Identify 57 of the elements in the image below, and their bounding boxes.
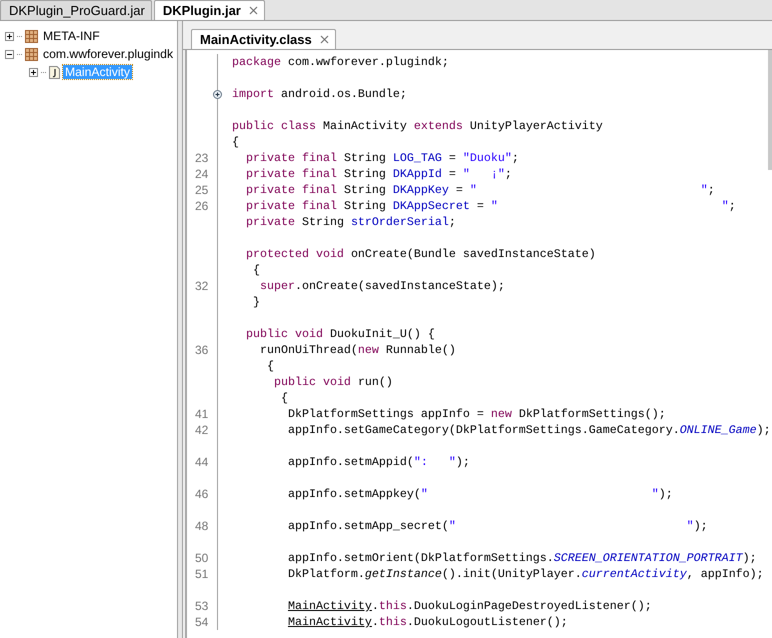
line-number: 32: [194, 279, 210, 293]
code-line: public void DuokuInit_U() {: [245, 327, 435, 341]
code-line: {: [280, 391, 288, 405]
code-line: {: [252, 263, 260, 277]
line-number: 41: [194, 407, 210, 421]
line-number: 25: [194, 183, 210, 197]
scrollbar-thumb[interactable]: [768, 50, 772, 170]
line-number: 42: [194, 423, 210, 437]
close-icon[interactable]: [320, 35, 329, 44]
code-line: appInfo.setmOrient(DkPlatformSettings.SCREEN_ORIENTATION_PORTRAIT);: [286, 551, 757, 565]
code-line: private final String DKAppSecret = " ";: [245, 199, 736, 213]
code-line: import android.os.Bundle;: [231, 87, 407, 101]
line-number: 50: [194, 551, 210, 565]
code-line: DkPlatform.getInstance().init(UnityPlayer.currentActivity, appInfo);: [286, 567, 764, 581]
code-line: appInfo.setGameCategory(DkPlatformSettings.GameCategory.ONLINE_Game);: [286, 423, 771, 437]
line-number: 23: [194, 151, 210, 165]
tree-item[interactable]: META-INF: [41, 29, 102, 43]
line-number: 54: [194, 615, 210, 629]
close-icon[interactable]: [248, 6, 258, 15]
collapse-icon[interactable]: [5, 50, 14, 58]
code-line: private final String DKAppKey = " ";: [245, 183, 715, 197]
code-line: public void run(): [272, 375, 393, 389]
tree-item[interactable]: com.wwforever.plugindk: [41, 47, 176, 61]
file-tab[interactable]: DKPlugin.jar: [154, 0, 265, 20]
code-line: super.onCreate(savedInstanceState);: [258, 279, 505, 293]
line-number: 44: [194, 455, 210, 469]
package-icon: [25, 48, 38, 60]
code-line: private final String LOG_TAG = "Duoku";: [245, 151, 519, 165]
expand-icon[interactable]: [213, 90, 222, 99]
line-number: 24: [194, 167, 210, 181]
code-line: protected void onCreate(Bundle savedInstanceState): [245, 247, 596, 261]
file-icon: [49, 66, 60, 78]
expand-icon[interactable]: [29, 68, 38, 76]
line-number: 53: [194, 599, 210, 613]
code-line: MainActivity.this.DuokuLogoutListener();: [286, 615, 568, 629]
code-line: appInfo.setmAppid(": ");: [286, 455, 470, 469]
line-number: 51: [194, 567, 210, 581]
code-line: package com.wwforever.plugindk;: [231, 55, 449, 69]
package-icon: [25, 30, 38, 42]
line-number: 48: [194, 519, 210, 533]
line-number: 26: [194, 199, 210, 213]
code-line: public class MainActivity extends UnityPlayerActivity: [231, 119, 603, 133]
file-tab[interactable]: DKPlugin_ProGuard.jar: [0, 0, 152, 20]
code-line: appInfo.setmApp_secret(" ");: [286, 519, 708, 533]
code-line: DkPlatformSettings appInfo = new DkPlatformSettings();: [286, 407, 666, 421]
code-line: {: [266, 359, 274, 373]
line-number: 36: [194, 343, 210, 357]
code-line: runOnUiThread(new Runnable(): [258, 343, 456, 357]
code-line: {: [231, 135, 239, 149]
expand-icon[interactable]: [5, 32, 14, 40]
code-line: private String strOrderSerial;: [245, 215, 456, 229]
code-line: }: [252, 295, 260, 309]
line-number: 46: [194, 487, 210, 501]
code-line: MainActivity.this.DuokuLoginPageDestroyedListener();: [286, 599, 652, 613]
code-line: appInfo.setmAppkey(" ");: [286, 487, 673, 501]
editor-tab[interactable]: MainActivity.class: [191, 29, 336, 49]
code-line: private final String DKAppId = " ¡";: [245, 167, 512, 181]
